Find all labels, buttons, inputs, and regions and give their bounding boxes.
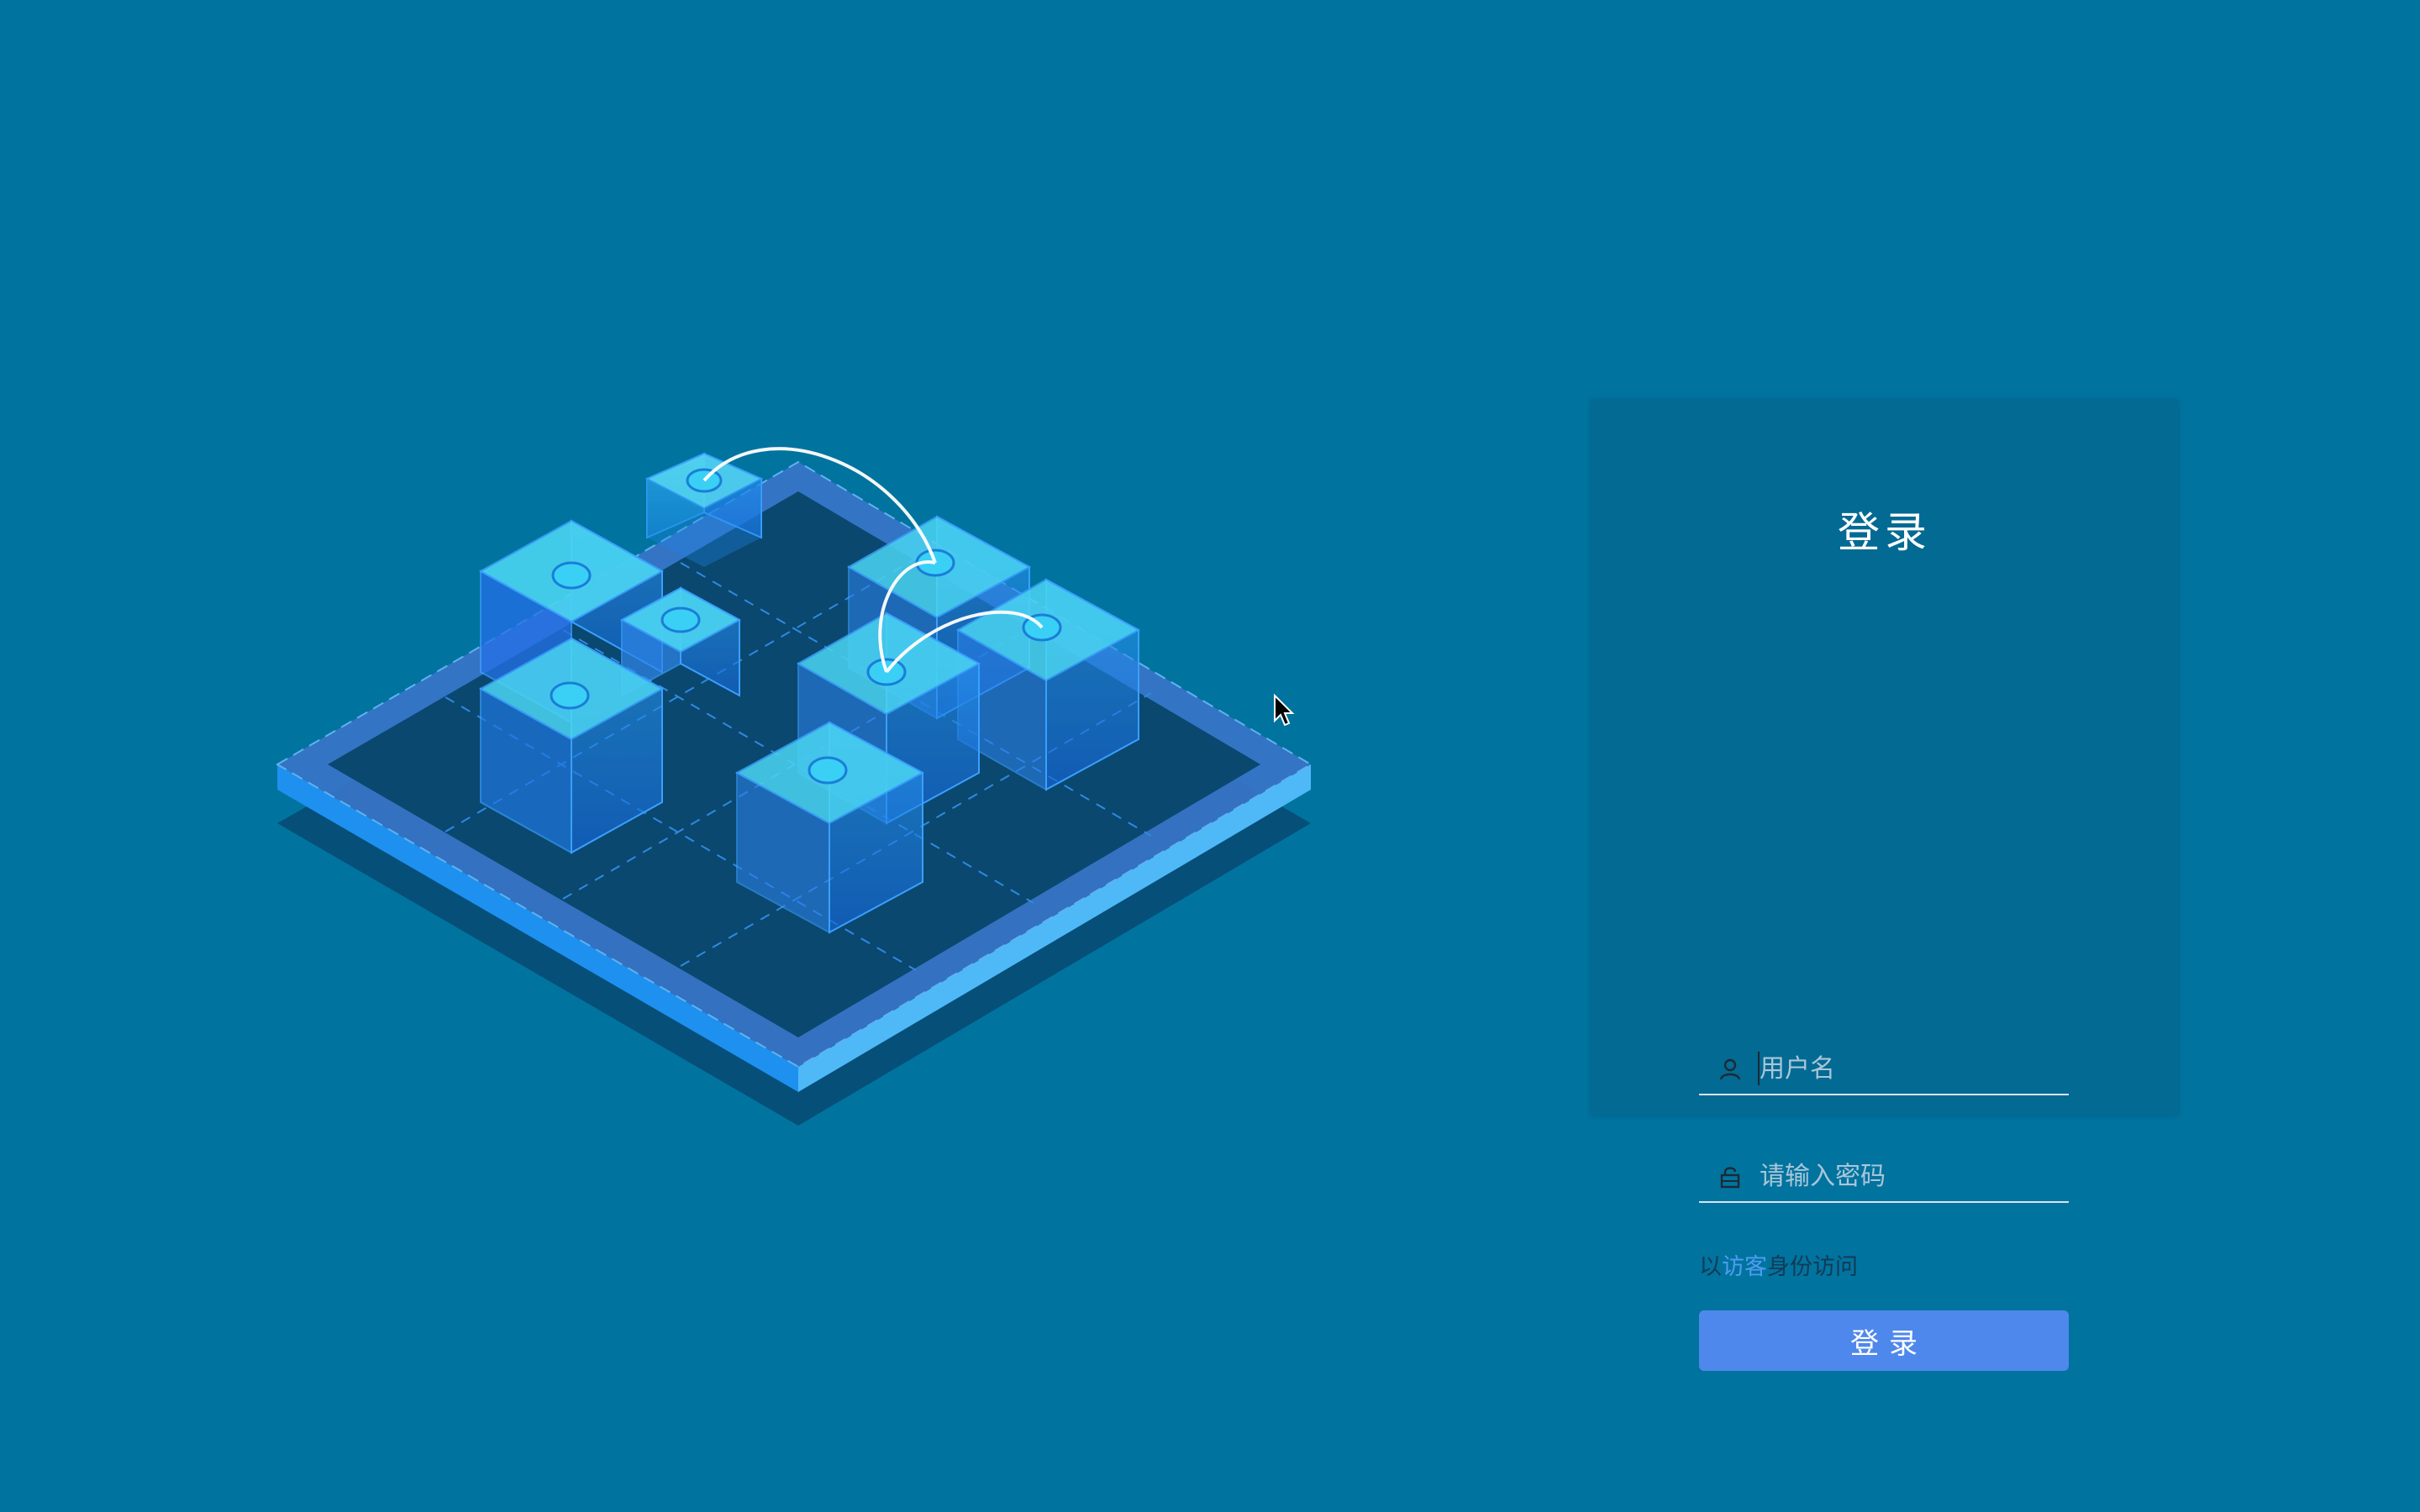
guest-link[interactable]: 访客 (1722, 1254, 1767, 1280)
mouse-cursor-icon (1274, 694, 1295, 727)
login-page: 登录 以访客身份访问 登录 (0, 0, 2420, 1512)
guest-suffix: 身份访问 (1767, 1254, 1858, 1280)
password-field[interactable] (1699, 1151, 2069, 1203)
username-input[interactable] (1760, 1048, 2062, 1089)
password-input[interactable] (1760, 1156, 2062, 1196)
login-button[interactable]: 登录 (1699, 1310, 2069, 1371)
user-icon (1719, 1058, 1741, 1080)
username-field[interactable] (1699, 1043, 2069, 1095)
lock-icon (1720, 1167, 1740, 1189)
guest-prefix: 以 (1699, 1254, 1722, 1280)
isometric-network-illustration (276, 447, 1313, 1126)
guest-access-line: 以访客身份访问 (1699, 1248, 1858, 1281)
login-card: 登录 以访客身份访问 登录 (1591, 400, 2178, 1371)
login-title: 登录 (1838, 508, 1932, 557)
